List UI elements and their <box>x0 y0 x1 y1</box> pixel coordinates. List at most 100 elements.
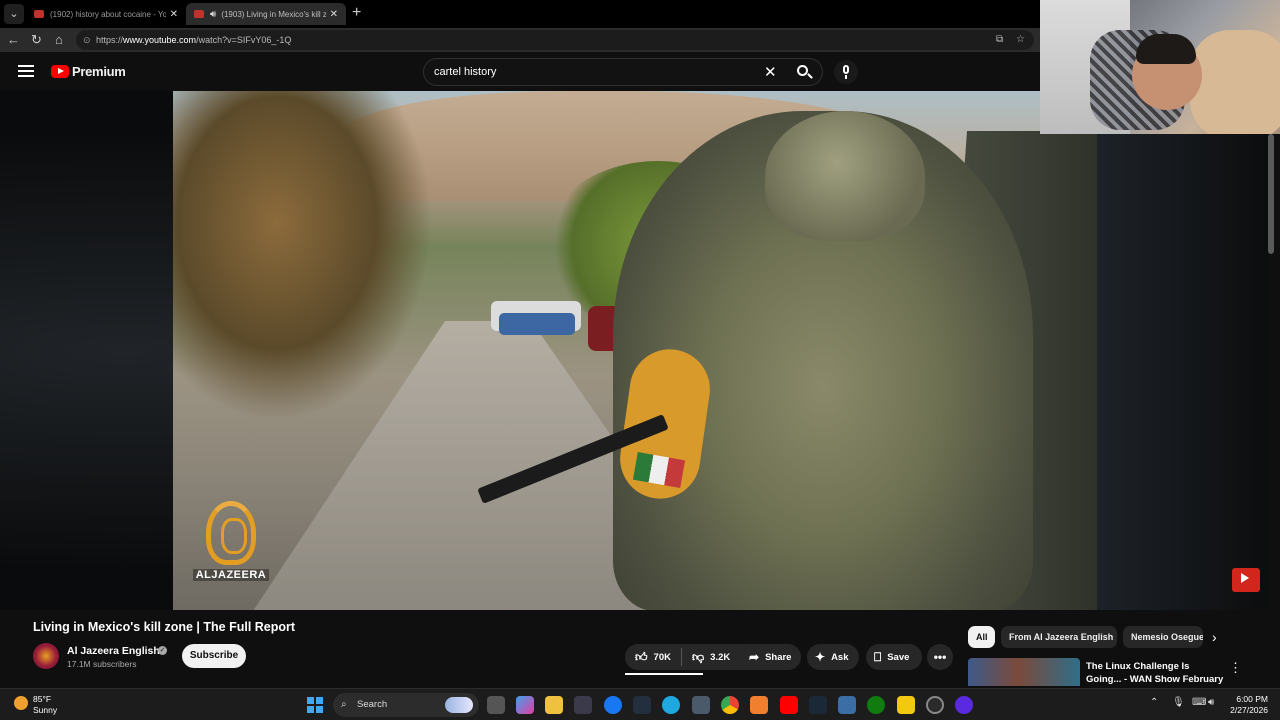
webcam-person-hair <box>1136 34 1196 64</box>
network-icon[interactable]: ⌨ <box>1192 697 1206 708</box>
save-label: Save <box>887 651 910 663</box>
page-scrollbar[interactable] <box>1268 134 1274 254</box>
chip-all[interactable]: All <box>968 626 995 648</box>
tray-overflow-icon[interactable]: ⌃ <box>1150 697 1158 708</box>
voice-search-icon[interactable] <box>834 60 858 84</box>
tab-list-dropdown-icon[interactable]: ⌄ <box>4 4 24 24</box>
subscribe-button[interactable]: Subscribe <box>182 644 246 668</box>
youtube-logo[interactable]: Premium <box>51 64 126 79</box>
edge-icon[interactable] <box>662 696 680 714</box>
logo-text: Premium <box>72 64 126 79</box>
windows-taskbar: 85°F Sunny ⌕ Search ⌃ 🎙︎ ⌨ 🔊︎ 6:00 PM 2/… <box>0 688 1280 720</box>
blue-truck <box>499 313 575 335</box>
search-input[interactable]: cartel history <box>434 66 496 78</box>
taskbar-clock[interactable]: 6:00 PM 2/27/2026 <box>1224 694 1268 716</box>
subscribe-watermark-icon[interactable] <box>1232 568 1260 592</box>
microphone-icon[interactable]: 🎙︎ <box>1172 697 1185 708</box>
aljazeera-logo-icon <box>206 501 256 565</box>
youtube-header: Premium cartel history ✕ <box>0 52 1040 92</box>
search-icon: ⌕ <box>341 699 347 710</box>
volume-icon[interactable]: 🔊︎ <box>1208 697 1214 708</box>
chevron-right-icon[interactable]: › <box>1212 629 1217 645</box>
calculator-icon[interactable] <box>692 696 710 714</box>
related-video-thumbnail[interactable] <box>968 658 1080 686</box>
share-icon: ➦ <box>749 650 760 664</box>
clock-time: 6:00 PM <box>1236 694 1268 704</box>
address-bar[interactable]: ⊙ https://www.youtube.com/watch?v=SIFvY0… <box>76 30 1034 50</box>
video-player[interactable]: ALJAZEERA <box>173 91 1097 610</box>
app-icon-3[interactable] <box>955 696 973 714</box>
home-icon[interactable]: ⌂ <box>55 32 63 47</box>
windows-start-icon[interactable] <box>307 697 323 713</box>
weather-sun-icon[interactable] <box>14 696 28 710</box>
tab-title: (1903) Living in Mexico's kill zone <box>221 9 326 19</box>
app-icon-2[interactable] <box>926 696 944 714</box>
file-explorer-icon[interactable] <box>545 696 563 714</box>
ask-button[interactable]: ✦ Ask <box>807 644 859 670</box>
webcam-person-body <box>1190 30 1280 134</box>
weather-condition: Sunny <box>33 705 58 715</box>
reload-icon[interactable]: ↻ <box>31 32 42 48</box>
taskbar-search[interactable]: ⌕ Search <box>333 693 479 717</box>
soldier-helmet <box>765 111 925 241</box>
browser-tab-1[interactable]: (1902) history about cocaine - YouTube ✕ <box>26 3 186 25</box>
chrome-icon[interactable] <box>721 696 739 714</box>
more-vert-icon[interactable]: ⋮ <box>1229 660 1242 676</box>
trees-left <box>173 91 433 421</box>
chip-from-channel[interactable]: From Al Jazeera English <box>1001 626 1117 648</box>
settings-icon[interactable] <box>838 696 856 714</box>
browser-tab-2[interactable]: 🔊︎ (1903) Living in Mexico's kill zone ✕ <box>186 3 346 25</box>
verified-icon: ✓ <box>158 646 167 655</box>
tab-close-icon[interactable]: ✕ <box>330 9 338 20</box>
clear-search-icon[interactable]: ✕ <box>764 63 777 81</box>
tab-close-icon[interactable]: ✕ <box>170 9 178 20</box>
youtube-app-icon[interactable] <box>780 696 798 714</box>
facebook-icon[interactable] <box>604 696 622 714</box>
clock-date: 2/27/2026 <box>1230 705 1268 715</box>
share-button[interactable]: ➦ Share <box>741 644 801 670</box>
url-prefix: https:// <box>96 35 124 45</box>
dislike-button[interactable]: 👎︎ 3.2K <box>682 644 740 670</box>
watermark-text: ALJAZEERA <box>193 569 269 581</box>
site-info-icon[interactable]: ⊙ <box>83 30 91 50</box>
url-host: www.youtube.com <box>123 35 197 45</box>
search-highlight-icon <box>445 697 473 713</box>
store-icon[interactable] <box>574 696 592 714</box>
task-view-icon[interactable] <box>487 696 505 714</box>
xbox-icon[interactable] <box>867 696 885 714</box>
weather-widget[interactable]: 85°F Sunny <box>33 694 57 716</box>
search-icon[interactable] <box>794 63 818 83</box>
video-title: Living in Mexico's kill zone | The Full … <box>33 620 296 634</box>
bookmark-icon: ⎕ <box>874 649 882 664</box>
save-button[interactable]: ⎕ Save <box>866 644 922 670</box>
share-label: Share <box>765 651 792 663</box>
channel-watermark: ALJAZEERA <box>193 501 269 581</box>
like-count: 70K <box>653 651 671 663</box>
channel-name[interactable]: Al Jazeera English <box>67 645 160 657</box>
split-screen-icon[interactable]: ⧉ <box>996 30 1003 50</box>
more-actions-icon[interactable]: ••• <box>927 644 953 670</box>
copilot-icon[interactable] <box>516 696 534 714</box>
like-underline <box>625 673 703 675</box>
hamburger-menu-icon[interactable] <box>18 65 34 77</box>
steam-icon[interactable] <box>809 696 827 714</box>
thumbs-up-icon: 👍︎ <box>635 649 648 664</box>
thumbs-down-icon: 👎︎ <box>691 649 705 664</box>
notes-icon[interactable] <box>897 696 915 714</box>
chip-topic[interactable]: Nemesio Oseguera <box>1123 626 1203 648</box>
webcam-overlay <box>1040 0 1280 134</box>
sparkle-icon: ✦ <box>815 650 826 664</box>
subscriber-count: 17.1M subscribers <box>67 659 137 669</box>
youtube-favicon-icon <box>34 10 44 18</box>
favorite-star-icon[interactable]: ☆ <box>1016 30 1025 50</box>
like-button[interactable]: 👍︎ 70K <box>625 644 681 670</box>
new-tab-icon[interactable]: + <box>352 4 361 22</box>
search-box[interactable]: cartel history ✕ <box>423 58 823 86</box>
channel-avatar[interactable] <box>33 643 59 669</box>
back-icon[interactable]: ← <box>7 32 20 47</box>
ask-label: Ask <box>831 651 849 663</box>
taskbar-search-label: Search <box>357 699 388 710</box>
speaker-icon[interactable]: 🔊︎ <box>210 9 216 20</box>
app-icon[interactable] <box>750 696 768 714</box>
amazon-icon[interactable] <box>633 696 651 714</box>
